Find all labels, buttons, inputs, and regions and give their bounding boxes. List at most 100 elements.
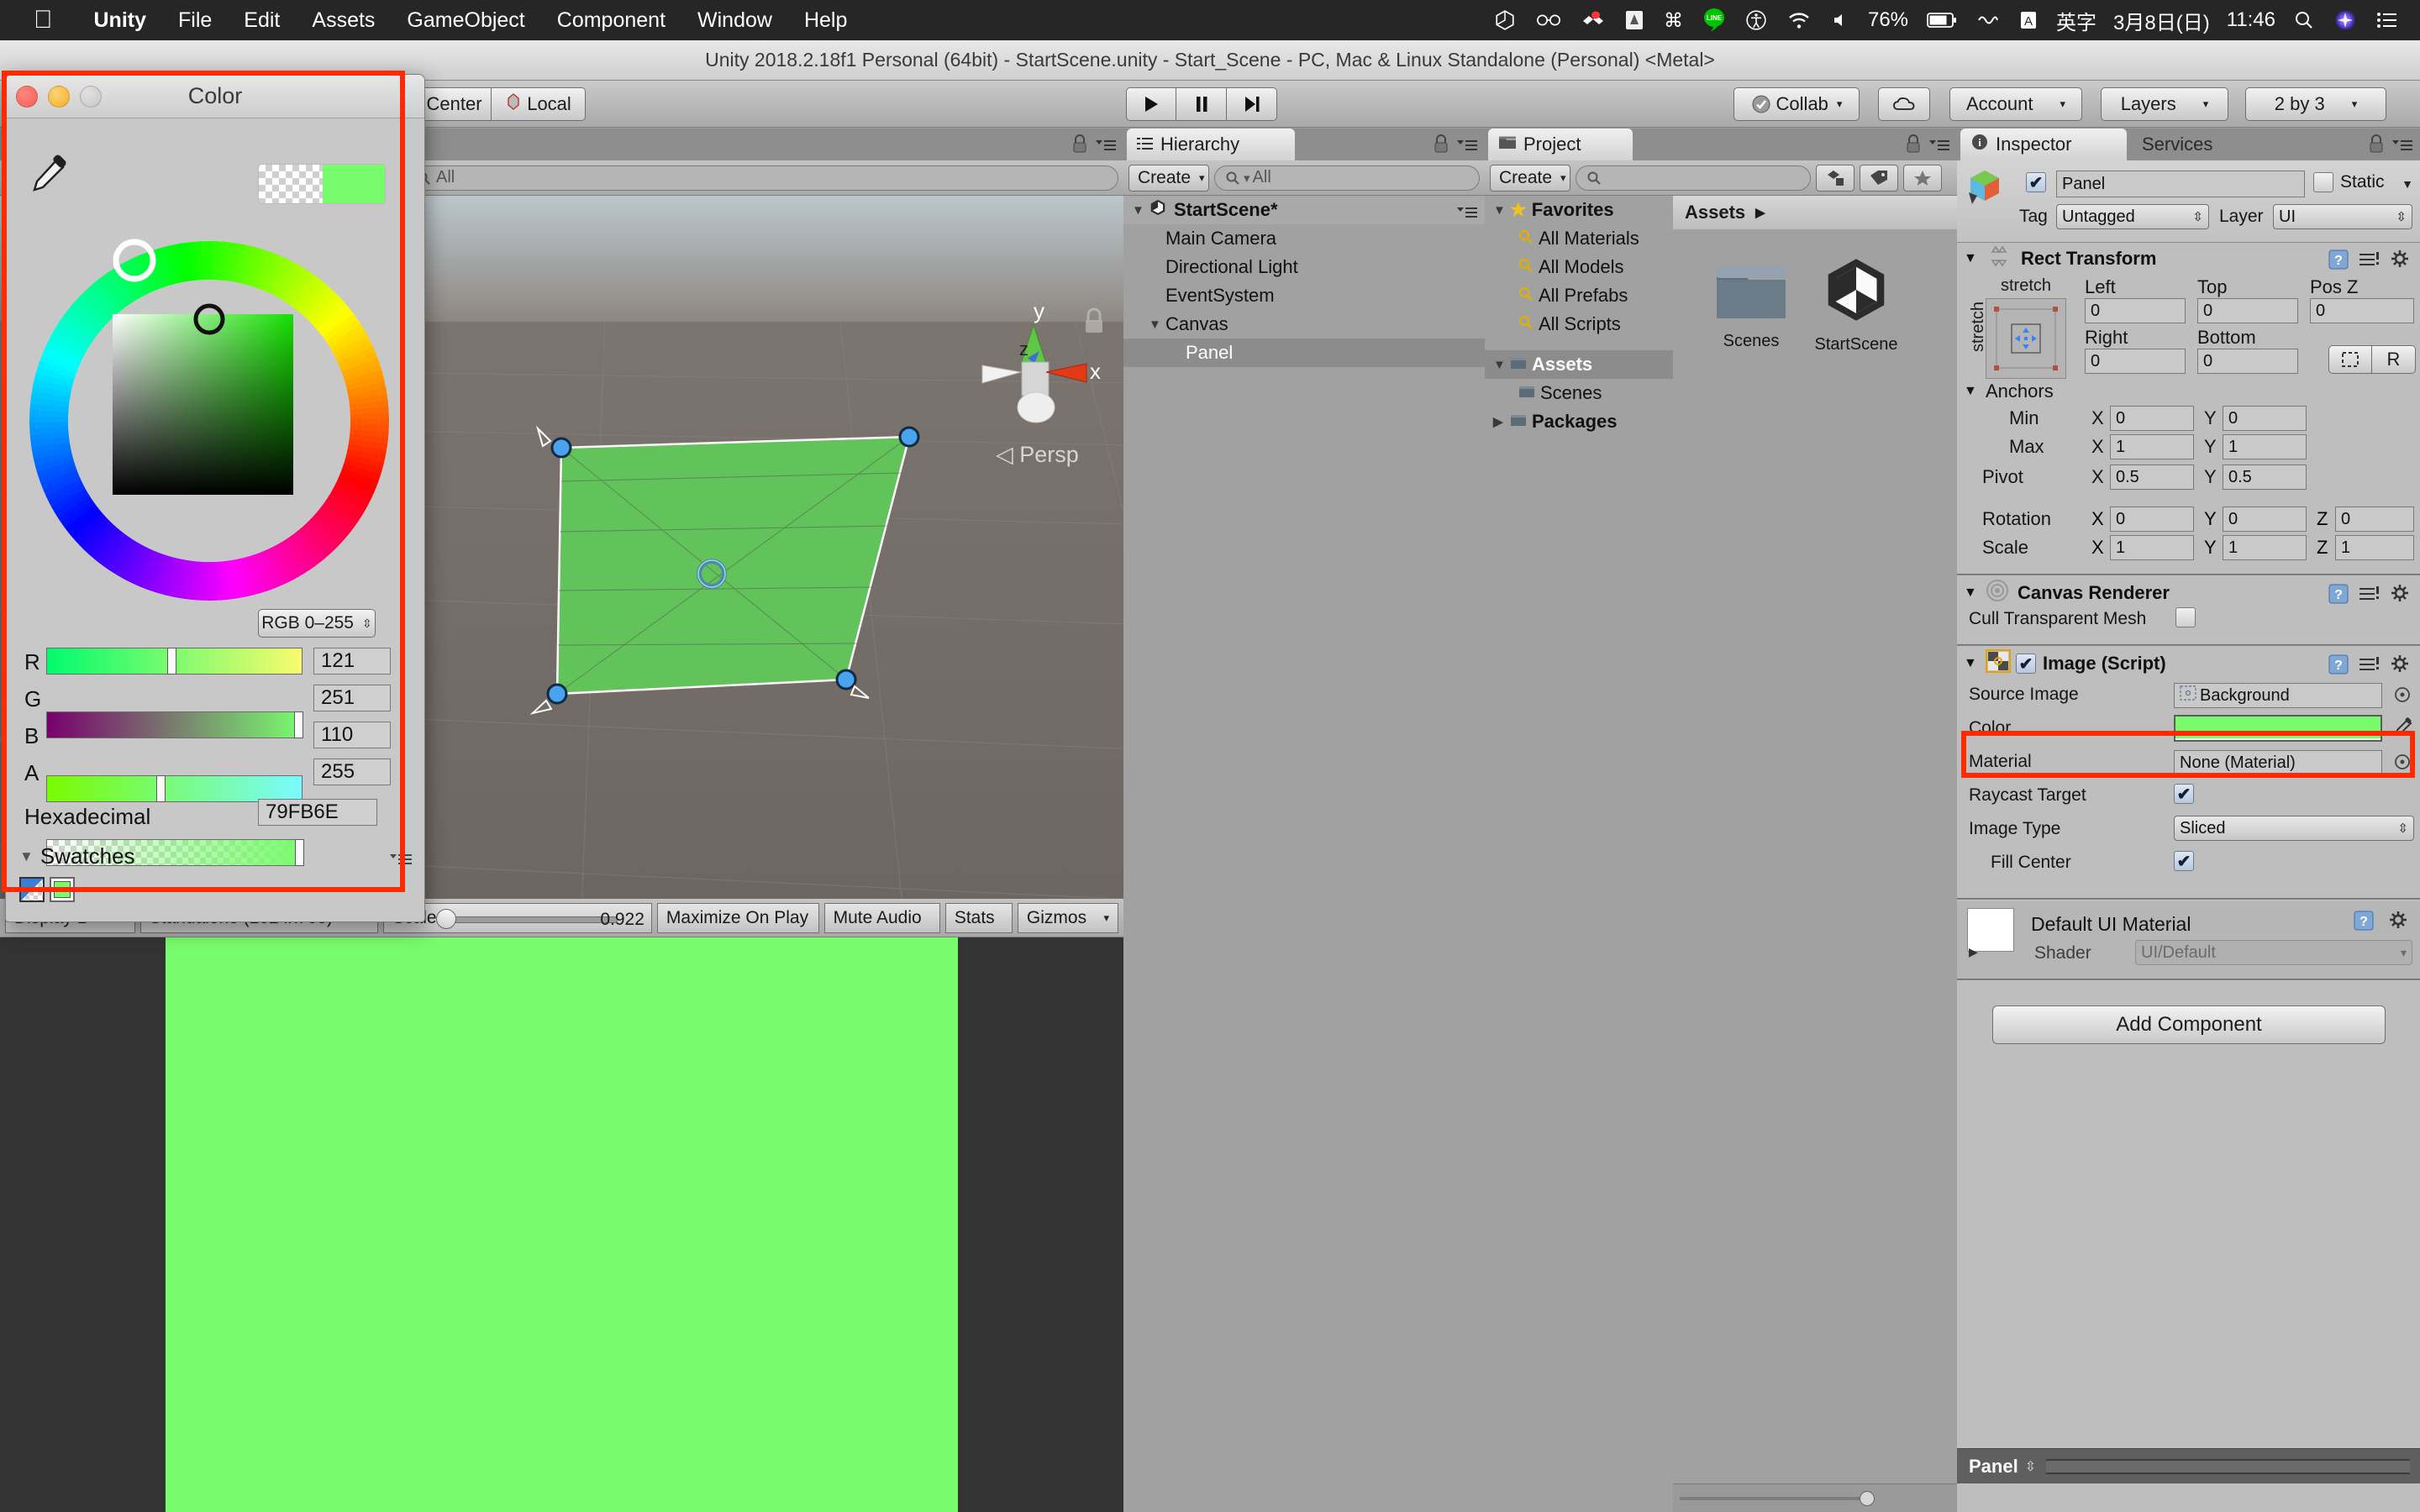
gear-icon[interactable] xyxy=(2390,654,2412,680)
project-tree-all-materials[interactable]: All Materials xyxy=(1485,224,1673,253)
layers-button[interactable]: Layers ▾ xyxy=(2101,87,2228,121)
anchor-min-x-input[interactable]: 0 xyxy=(2110,406,2194,431)
color-mode-dropdown[interactable]: RGB 0–255 ⇳ xyxy=(258,609,376,638)
tab-services[interactable]: Services xyxy=(2132,129,2266,160)
updown-arrows-icon[interactable]: ⇳ xyxy=(2025,1458,2036,1475)
hierarchy-item-panel[interactable]: Panel xyxy=(1123,339,1485,367)
panel-menu-icon[interactable] xyxy=(1095,137,1117,157)
accessibility-icon[interactable] xyxy=(1735,9,1777,31)
lock-icon[interactable] xyxy=(1433,134,1449,159)
tab-hierarchy[interactable]: Hierarchy xyxy=(1127,129,1295,160)
material-picker-icon[interactable] xyxy=(2394,753,2411,775)
source-image-field[interactable]: Background xyxy=(2174,683,2382,708)
help-icon[interactable]: ? xyxy=(2328,654,2349,680)
drive-icon[interactable] xyxy=(1615,10,1654,30)
tab-inspector[interactable]: i Inspector xyxy=(1960,129,2127,160)
project-search-input[interactable] xyxy=(1576,165,1811,191)
help-icon[interactable]: ? xyxy=(2328,249,2349,276)
stats-toggle[interactable]: Stats xyxy=(944,902,1013,933)
menu-help[interactable]: Help xyxy=(788,8,863,33)
channel-b-input[interactable]: 110 xyxy=(313,722,391,748)
game-gizmos-dropdown[interactable]: Gizmos ▾ xyxy=(1017,902,1118,933)
hierarchy-item-canvas[interactable]: ▼ Canvas xyxy=(1123,310,1485,339)
favorite-filter-button[interactable] xyxy=(1903,164,1942,192)
hierarchy-scene-row[interactable]: ▼ StartScene* xyxy=(1123,196,1485,224)
help-icon[interactable]: ? xyxy=(2353,910,2375,937)
panel-menu-icon[interactable] xyxy=(2391,137,2413,157)
layout-button[interactable]: 2 by 3 ▾ xyxy=(2245,87,2386,121)
channel-g-slider[interactable] xyxy=(46,711,303,738)
scale-y-input[interactable]: 1 xyxy=(2223,535,2307,560)
account-button[interactable]: Account ▾ xyxy=(1949,87,2082,121)
hexadecimal-input[interactable]: 79FB6E xyxy=(258,799,377,826)
project-zoom-handle[interactable] xyxy=(1860,1491,1875,1506)
image-enabled-checkbox[interactable]: ✔ xyxy=(2016,654,2036,674)
top-input[interactable]: 0 xyxy=(2197,298,2298,323)
hierarchy-create-button[interactable]: Create ▾ xyxy=(1128,164,1209,192)
bluetooth-icon[interactable] xyxy=(1967,11,2009,29)
menu-unity[interactable]: Unity xyxy=(78,8,163,33)
playback-controls[interactable] xyxy=(1126,87,1277,121)
maximize-on-play-toggle[interactable]: Maximize On Play xyxy=(656,902,819,933)
inspector-footer-handle[interactable] xyxy=(2046,1458,2410,1474)
object-filter-button[interactable] xyxy=(1816,164,1854,192)
color-picker-window[interactable]: Color RGB 0–255 ⇳ R 121 G 251 B 110 A 25… xyxy=(5,74,425,922)
unity-status-icon[interactable] xyxy=(1484,9,1526,31)
add-component-button[interactable]: Add Component xyxy=(1992,1005,2386,1044)
swatches-foldout[interactable]: ▼ Swatches xyxy=(19,843,135,869)
glasses-icon[interactable] xyxy=(1526,13,1571,28)
scale-handle[interactable] xyxy=(436,908,457,929)
preset-icon[interactable] xyxy=(2358,250,2380,274)
color-wheel-area[interactable] xyxy=(18,236,404,606)
color-eyedropper-tool[interactable] xyxy=(24,152,71,204)
image-script-header[interactable]: ▼ ✔ Image (Script) ? xyxy=(1957,648,2420,680)
space-mode-button[interactable]: Local xyxy=(492,87,586,121)
fill-center-checkbox[interactable]: ✔ xyxy=(2174,851,2194,871)
swatch-1[interactable] xyxy=(50,877,75,902)
dropbox-icon[interactable] xyxy=(1571,11,1615,29)
lock-icon[interactable] xyxy=(1071,134,1088,159)
menu-window[interactable]: Window xyxy=(681,8,788,33)
static-dropdown-arrow[interactable]: ▼ xyxy=(2402,177,2413,191)
static-checkbox[interactable] xyxy=(2313,172,2333,192)
notification-center-icon[interactable] xyxy=(2366,11,2420,29)
apple-logo-icon[interactable]:  xyxy=(0,6,78,34)
siri-icon[interactable] xyxy=(2324,9,2366,31)
posz-input[interactable]: 0 xyxy=(2310,298,2414,323)
scene-axis-gizmo[interactable]: y z x ◁ Persp xyxy=(962,288,1123,481)
pause-button[interactable] xyxy=(1176,87,1227,121)
chevron-down-icon[interactable]: ▼ xyxy=(1493,203,1510,218)
menu-edit[interactable]: Edit xyxy=(228,8,296,33)
lock-icon[interactable] xyxy=(2368,134,2385,159)
help-icon[interactable]: ? xyxy=(2328,583,2349,610)
channel-a-input[interactable]: 255 xyxy=(313,759,391,785)
material-field[interactable]: None (Material) xyxy=(2174,750,2382,775)
chevron-down-icon[interactable]: ▼ xyxy=(1149,318,1165,332)
shader-dropdown[interactable]: UI/Default ▾ xyxy=(2135,940,2412,965)
raw-edit-button[interactable]: R xyxy=(2372,345,2416,374)
channel-a-knob[interactable] xyxy=(295,839,304,866)
channel-b-knob[interactable] xyxy=(156,775,166,802)
pivot-y-input[interactable]: 0.5 xyxy=(2223,465,2307,490)
scale-x-input[interactable]: 1 xyxy=(2110,535,2194,560)
rotation-z-input[interactable]: 0 xyxy=(2335,507,2414,532)
project-tree-all-prefabs[interactable]: All Prefabs xyxy=(1485,281,1673,310)
blueprint-raw-segment[interactable]: R xyxy=(2328,345,2416,374)
panel-menu-icon[interactable] xyxy=(1456,137,1478,157)
rotation-x-input[interactable]: 0 xyxy=(2110,507,2194,532)
chevron-down-icon[interactable]: ▼ xyxy=(1132,203,1149,218)
channel-r-input[interactable]: 121 xyxy=(313,648,391,675)
tag-dropdown[interactable]: Untagged ⇳ xyxy=(2056,204,2209,229)
hierarchy-item-main-camera[interactable]: Main Camera xyxy=(1123,224,1485,253)
volume-icon[interactable] xyxy=(1821,11,1860,29)
left-input[interactable]: 0 xyxy=(2085,298,2186,323)
lock-icon[interactable] xyxy=(1905,134,1922,159)
anchor-max-y-input[interactable]: 1 xyxy=(2223,434,2307,459)
tab-project[interactable]: Project xyxy=(1488,129,1633,160)
swatches-menu-icon[interactable] xyxy=(389,852,413,872)
anchors-foldout[interactable]: ▼ Anchors xyxy=(1964,381,2054,402)
anchor-preset-widget[interactable] xyxy=(1986,298,2066,379)
project-create-button[interactable]: Create ▾ xyxy=(1490,164,1570,192)
step-button[interactable] xyxy=(1227,87,1277,121)
canvas-renderer-header[interactable]: ▼ Canvas Renderer ? xyxy=(1957,577,2420,609)
